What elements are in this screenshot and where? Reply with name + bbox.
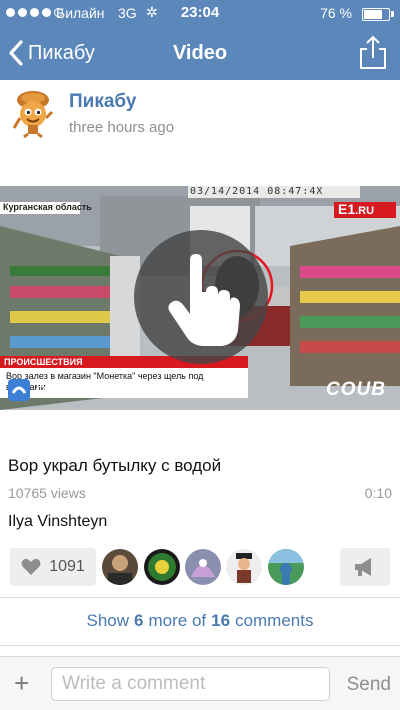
battery-icon [362,8,390,21]
coub-logo: COUB [326,379,386,400]
heart-icon [21,558,41,575]
e1-logo: E1.RU [338,201,375,217]
video-title: Вор украл бутылку с водой [8,456,222,475]
send-button[interactable]: Send [347,674,391,696]
author-name[interactable]: Пикабу [69,91,136,113]
author-avatar[interactable] [8,88,58,138]
navigation-bar: Билайн 3G ✲ 23:04 76 % Пикабу Video [0,0,400,80]
video-duration: 0:10 [364,485,392,501]
play-overlay-button[interactable] [134,230,268,364]
open-in-app-button[interactable]: Open in App [8,379,113,401]
liker-avatar-3[interactable] [185,549,221,585]
comment-input[interactable] [51,667,330,701]
video-screen: Билайн 3G ✲ 23:04 76 % Пикабу Video Пика… [0,0,400,710]
liker-avatar-4[interactable] [226,549,262,585]
back-button[interactable]: Пикабу [8,36,95,70]
divider [0,645,400,646]
status-bar: Билайн 3G ✲ 23:04 76 % [0,0,400,28]
liker-avatar-1[interactable] [102,549,138,585]
region-label: Курганская область [3,202,92,212]
liker-avatar-2[interactable] [144,549,180,585]
coub-app-icon [8,379,30,401]
tap-hand-icon [168,254,240,346]
post-time: three hours ago [69,119,175,136]
video-player[interactable]: Курганская область 03/14/2014 08:47:4X E… [0,186,400,410]
open-in-app-label: Open in App [36,382,114,398]
share-icon[interactable] [358,34,388,70]
camera-timestamp: 03/14/2014 08:47:4X [190,186,324,197]
show-more-comments-button[interactable]: Show 6 more of 16 comments [0,598,400,644]
comments-shown-count: 6 [134,611,144,630]
like-button[interactable]: 1091 [10,548,96,586]
chevron-left-icon [9,40,23,66]
comments-total-count: 16 [211,611,231,630]
like-count: 1091 [49,558,85,575]
attach-plus-icon[interactable]: + [14,669,29,697]
uploader-name[interactable]: Ilya Vinshteyn [8,513,107,531]
liker-avatar-5[interactable] [268,549,304,585]
view-count: 10765 views [8,485,86,501]
comment-composer: + Send [0,656,400,710]
repost-button[interactable] [340,548,390,586]
battery-percent: 76 % [320,5,352,21]
megaphone-icon [355,558,371,576]
back-label: Пикабу [28,41,95,64]
